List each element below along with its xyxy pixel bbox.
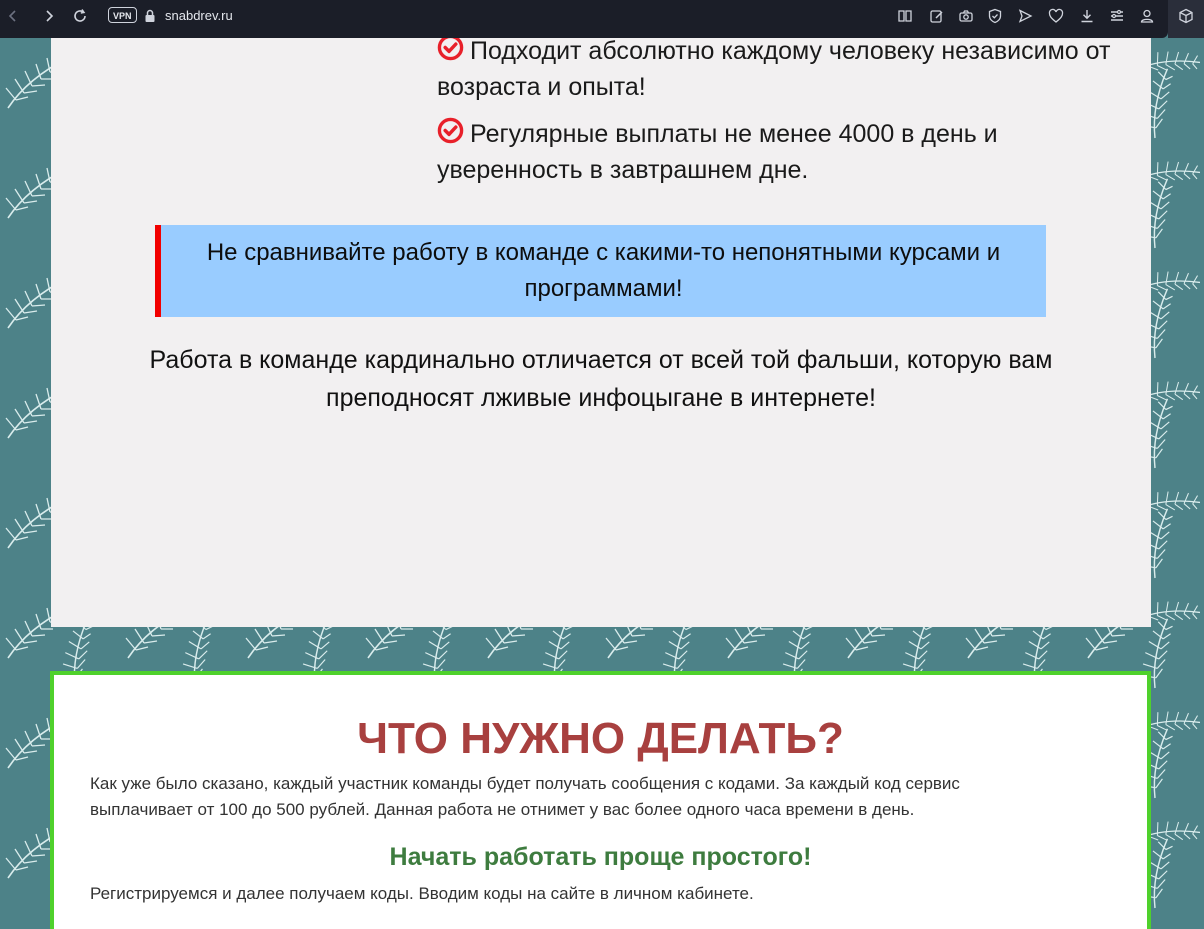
camera-icon[interactable] — [957, 7, 975, 25]
check-circle-icon — [437, 117, 464, 144]
menu-icon[interactable] — [1108, 7, 1126, 25]
toolbar-bottom-strip — [0, 32, 1168, 38]
profile-icon[interactable] — [1138, 7, 1156, 25]
team-text-line2: преподносят лживые инфоцыгане в интернет… — [326, 384, 876, 412]
heart-icon[interactable] — [1047, 7, 1065, 25]
benefits-card: Подходит абсолютно каждому человеку неза… — [51, 34, 1151, 627]
team-difference-text: Работа в команде кардинально отличается … — [111, 341, 1091, 417]
back-icon[interactable] — [4, 7, 22, 25]
benefit-text-line2: уверенность в завтрашнем дне. — [437, 156, 809, 184]
vpn-badge[interactable]: VPN — [108, 7, 137, 23]
address-bar-url[interactable]: snabdrev.ru — [165, 8, 233, 23]
benefit-item-payouts: Регулярные выплаты не менее 4000 в день … — [437, 116, 1137, 188]
registration-paragraph: Регистрируемся и далее получаем коды. Вв… — [90, 884, 754, 903]
lock-icon[interactable] — [141, 7, 159, 25]
what-to-do-card: ЧТО НУЖНО ДЕЛАТЬ? Как уже было сказано, … — [50, 671, 1151, 929]
benefit-text-line1: Подходит абсолютно каждому человеку неза… — [470, 37, 1111, 65]
forward-icon[interactable] — [40, 7, 58, 25]
highlight-callout: Не сравнивайте работу в команде с какими… — [155, 225, 1046, 317]
browser-toolbar: VPN snabdrev.ru — [0, 0, 1204, 32]
download-icon[interactable] — [1078, 7, 1096, 25]
benefit-text-line2: возраста и опыта! — [437, 73, 646, 101]
extension-icon[interactable] — [1177, 7, 1195, 25]
section-heading: ЧТО НУЖНО ДЕЛАТЬ? — [357, 714, 844, 763]
shield-icon[interactable] — [986, 7, 1004, 25]
send-icon[interactable] — [1016, 7, 1034, 25]
callout-text-line2: программами! — [524, 275, 683, 302]
intro-line2: выплачивает от 100 до 500 рублей. Данная… — [90, 800, 915, 819]
callout-text-line1: Не сравнивайте работу в команде с какими… — [206, 239, 1001, 266]
benefit-text-line1: Регулярные выплаты не менее 4000 в день … — [470, 120, 998, 148]
benefit-item-any-person: Подходит абсолютно каждому человеку неза… — [437, 33, 1137, 105]
check-circle-icon — [437, 34, 464, 61]
reader-icon[interactable] — [896, 7, 914, 25]
team-text-line1: Работа в команде кардинально отличается … — [149, 346, 1053, 374]
intro-line1: Как уже было сказано, каждый участник ко… — [90, 774, 960, 793]
reload-icon[interactable] — [71, 7, 89, 25]
extension-panel[interactable] — [1168, 0, 1204, 38]
intro-paragraph: Как уже было сказано, каждый участник ко… — [90, 771, 1090, 823]
sub-heading: Начать работать проще простого! — [389, 843, 812, 871]
edit-icon[interactable] — [928, 7, 946, 25]
